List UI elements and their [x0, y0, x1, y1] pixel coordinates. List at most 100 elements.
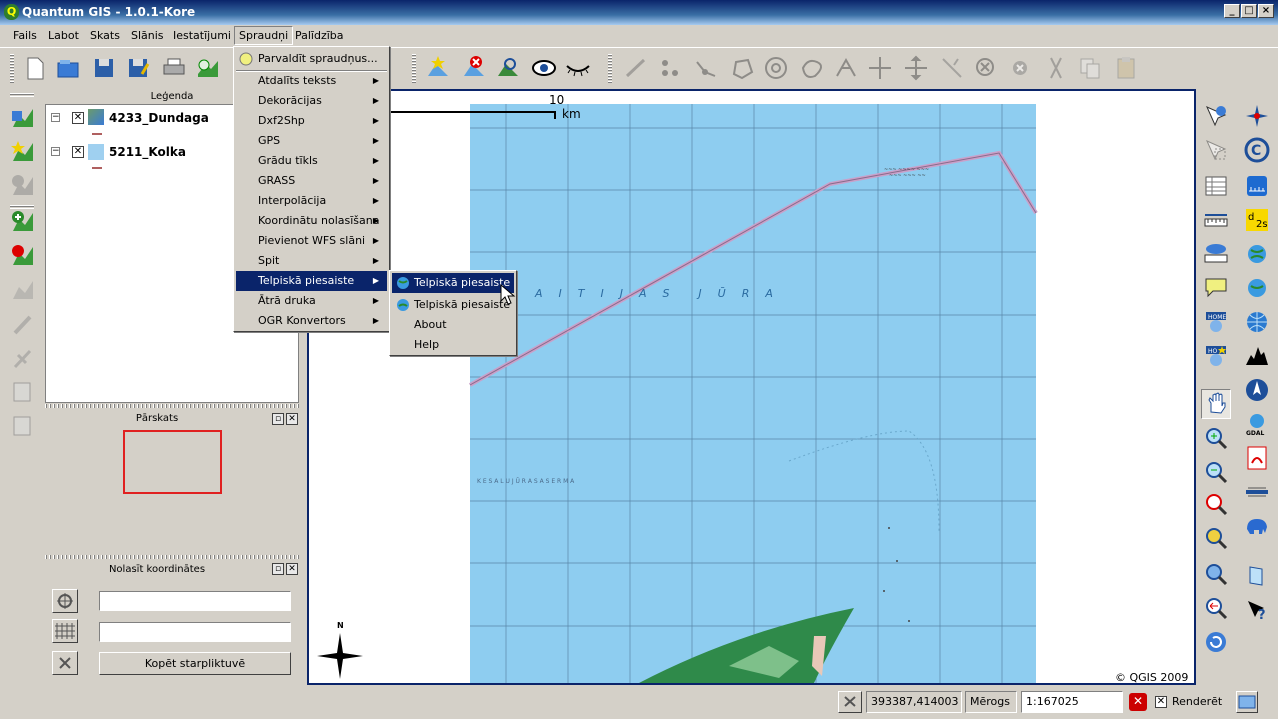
- zoom-selection-icon[interactable]: [1203, 491, 1229, 517]
- menu-iestatijumi[interactable]: Iestatījumi: [169, 28, 235, 44]
- delete-selected-icon[interactable]: [1006, 54, 1034, 82]
- menu-labot[interactable]: Labot: [44, 28, 83, 44]
- pan-hand-icon[interactable]: [1201, 389, 1231, 419]
- identify-icon[interactable]: [1203, 103, 1229, 129]
- new-bookmark-icon[interactable]: HOME: [1203, 309, 1229, 335]
- coord-toggle-icon[interactable]: [838, 691, 862, 713]
- scalebar-plugin-icon[interactable]: [1244, 173, 1270, 199]
- split-features-icon[interactable]: [832, 54, 860, 82]
- overview-panel[interactable]: [45, 427, 299, 557]
- copyright-plugin-icon[interactable]: C: [1244, 137, 1270, 163]
- capture-icon[interactable]: [52, 651, 78, 675]
- show-all-layers-icon[interactable]: [10, 379, 36, 405]
- zoom-layer-icon[interactable]: [1203, 561, 1229, 587]
- scale-input[interactable]: 1:167025: [1021, 691, 1123, 713]
- add-island-icon[interactable]: [798, 54, 826, 82]
- help-book-icon[interactable]: [1244, 563, 1270, 589]
- close-panel-icon[interactable]: ✕: [286, 563, 298, 575]
- open-project-icon[interactable]: [54, 54, 82, 82]
- measure-line-icon[interactable]: [1203, 207, 1229, 233]
- hide-all-layers-icon[interactable]: [10, 413, 36, 439]
- menu-slanis[interactable]: Slānis: [127, 28, 168, 44]
- capture-polygon-icon[interactable]: [728, 54, 756, 82]
- menu-skats[interactable]: Skats: [86, 28, 124, 44]
- coord-field-map[interactable]: [99, 591, 291, 611]
- move-vertex-icon[interactable]: [902, 54, 930, 82]
- menu-item-grass[interactable]: GRASS ▶: [236, 171, 387, 191]
- measure-area-icon[interactable]: [1203, 241, 1229, 267]
- dxf2shp-icon[interactable]: d 2s: [1244, 207, 1270, 233]
- show-layer-eye-icon[interactable]: [530, 54, 558, 82]
- menu-fails[interactable]: Fails: [9, 28, 41, 44]
- profile-icon[interactable]: [1244, 343, 1270, 369]
- navigation-icon[interactable]: [1244, 377, 1270, 403]
- menu-item-koordinatu-nolasisana[interactable]: Koordinātu nolasīšana ▶: [236, 211, 387, 231]
- stop-render-icon[interactable]: ✕: [1129, 693, 1147, 711]
- menu-item-telpiska-piesaiste[interactable]: Telpiskā piesaiste ▶: [236, 271, 387, 291]
- menu-item-atdalits-teksts[interactable]: Atdalīts teksts ▶: [236, 71, 387, 91]
- menu-item-ogr-konvertors[interactable]: OGR Konvertors ▶: [236, 311, 387, 331]
- add-ring-icon[interactable]: [762, 54, 790, 82]
- add-feature-icon[interactable]: [424, 54, 452, 82]
- attribute-table-icon[interactable]: [1203, 173, 1229, 199]
- projection-icon[interactable]: [1236, 691, 1258, 713]
- menu-item-wfs[interactable]: Pievienot WFS slāni ▶: [236, 231, 387, 251]
- toggle-layer-icon[interactable]: [494, 54, 522, 82]
- legend-layer-kolka[interactable]: 5211_Kolka: [109, 145, 186, 159]
- remove-layer-icon[interactable]: [10, 173, 36, 199]
- legend-layer-dundaga[interactable]: 4233_Dundaga: [109, 111, 209, 125]
- delete-vertex-icon[interactable]: [972, 54, 1000, 82]
- menu-item-interpolacija[interactable]: Interpolācija ▶: [236, 191, 387, 211]
- ogr-converter-icon[interactable]: [1244, 479, 1270, 505]
- layer-visibility-checkbox[interactable]: ✕: [72, 146, 84, 158]
- copy-icon[interactable]: [1076, 54, 1104, 82]
- zoom-last-icon[interactable]: [1203, 595, 1229, 621]
- zoom-out-icon[interactable]: [1203, 459, 1229, 485]
- remove-feature-icon[interactable]: [460, 54, 488, 82]
- layer-properties-icon[interactable]: [10, 311, 36, 337]
- paste-icon[interactable]: [1112, 54, 1140, 82]
- georeferencer-2-icon[interactable]: [1244, 275, 1270, 301]
- save-as-icon[interactable]: [124, 54, 152, 82]
- close-panel-icon[interactable]: ✕: [286, 413, 298, 425]
- gdal-tools-icon[interactable]: GDAL: [1244, 411, 1270, 437]
- add-layer-icon[interactable]: [194, 54, 222, 82]
- submenu-item-telpiska-piesaiste-2[interactable]: Telpiskā piesaiste: [392, 295, 514, 315]
- overview-extent-box[interactable]: [123, 430, 222, 494]
- add-vector-layer-icon[interactable]: [10, 105, 36, 131]
- crosshair-icon[interactable]: [52, 589, 78, 613]
- menu-item-gradu-tikls[interactable]: Grādu tīkls ▶: [236, 151, 387, 171]
- copy-to-clipboard-button[interactable]: Kopēt starpliktuvē: [99, 652, 291, 675]
- new-project-icon[interactable]: [20, 54, 48, 82]
- whats-this-icon[interactable]: ?: [1244, 597, 1270, 623]
- select-features-icon[interactable]: [1203, 137, 1229, 163]
- render-checkbox[interactable]: ✕: [1155, 696, 1167, 708]
- float-panel-icon[interactable]: ▫: [272, 563, 284, 575]
- menu-item-spit[interactable]: Spit ▶: [236, 251, 387, 271]
- submenu-item-help[interactable]: Help: [392, 335, 514, 355]
- add-postgis-layer-icon[interactable]: [10, 209, 36, 235]
- collapse-icon[interactable]: −: [51, 147, 60, 156]
- collapse-icon[interactable]: −: [51, 113, 60, 122]
- menu-palidziba[interactable]: Palīdzība: [291, 28, 348, 44]
- save-project-icon[interactable]: [90, 54, 118, 82]
- maximize-button[interactable]: □: [1241, 4, 1257, 18]
- wfs-globe-icon[interactable]: [1244, 309, 1270, 335]
- cut-icon[interactable]: [1042, 54, 1070, 82]
- map-canvas[interactable]: K E S A L U J Ū R A S A S E R M A ~~~ ~~…: [307, 89, 1196, 685]
- postgis-elephant-icon[interactable]: [1244, 513, 1270, 539]
- zoom-full-icon[interactable]: [1203, 525, 1229, 551]
- menu-item-atra-druka[interactable]: Ātrā druka ▶: [236, 291, 387, 311]
- menu-item-dekoracijas[interactable]: Dekorācijas ▶: [236, 91, 387, 111]
- layer-visibility-checkbox[interactable]: ✕: [72, 112, 84, 124]
- menu-item-manage-plugins[interactable]: Parvaldīt spraudņus...: [236, 49, 387, 69]
- close-button[interactable]: ×: [1258, 4, 1274, 18]
- map-tips-icon[interactable]: [1203, 275, 1229, 301]
- minimize-button[interactable]: _: [1224, 4, 1240, 18]
- submenu-item-about[interactable]: About: [392, 315, 514, 335]
- hide-layer-eye-icon[interactable]: [564, 54, 592, 82]
- menu-spraudni[interactable]: Spraudņi: [234, 26, 294, 45]
- georeferencer-icon[interactable]: [1244, 241, 1270, 267]
- print-icon[interactable]: [160, 54, 188, 82]
- overview-add-icon[interactable]: [10, 277, 36, 303]
